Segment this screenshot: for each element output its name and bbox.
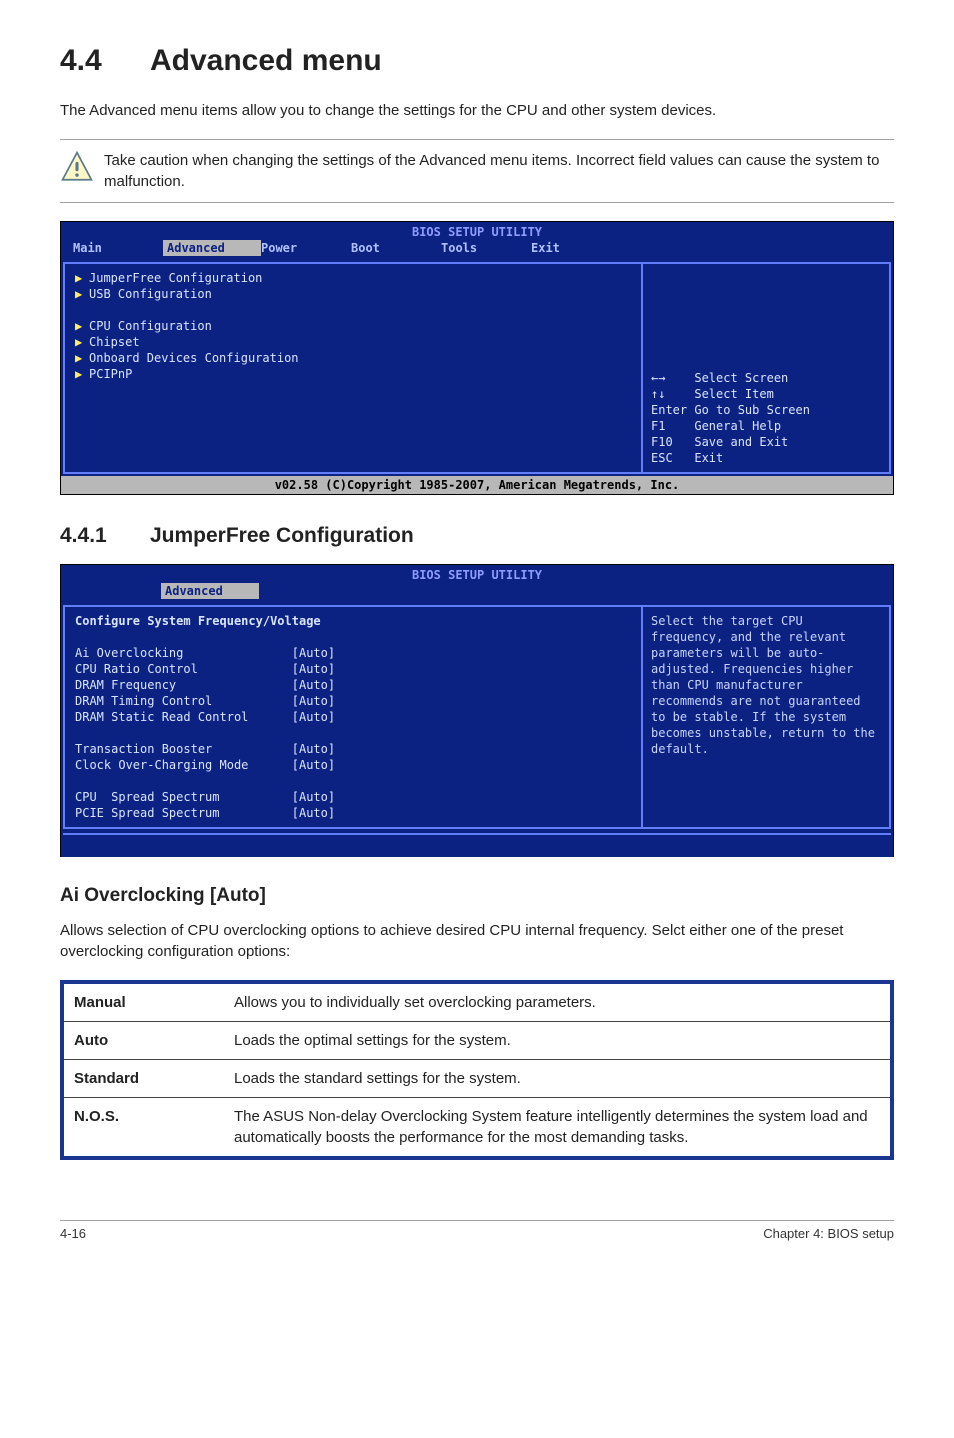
option-description: The ASUS Non-delay Overclocking System f…: [224, 1097, 892, 1158]
section-intro: The Advanced menu items allow you to cha…: [60, 100, 894, 121]
bios-blank-row: [75, 629, 631, 645]
bios-help-line: Enter Go to Sub Screen: [651, 402, 881, 418]
submenu-arrow-icon: ▶: [75, 286, 89, 302]
bios-copyright-footer: v02.58 (C)Copyright 1985-2007, American …: [61, 476, 893, 494]
bios-setting-row: Transaction Booster [Auto]: [75, 741, 631, 757]
page-footer: 4-16 Chapter 4: BIOS setup: [60, 1220, 894, 1243]
table-row: N.O.S.The ASUS Non-delay Overclocking Sy…: [62, 1097, 892, 1158]
bios-tab-advanced: Advanced: [163, 240, 261, 256]
bios-left-panel: Configure System Frequency/Voltage Ai Ov…: [63, 605, 641, 829]
submenu-arrow-icon: ▶: [75, 350, 89, 366]
option-heading: Ai Overclocking [Auto]: [60, 883, 894, 910]
option-name: Manual: [62, 982, 224, 1022]
submenu-arrow-icon: ▶: [75, 270, 89, 286]
bios-setting-row: DRAM Timing Control [Auto]: [75, 693, 631, 709]
option-description: Allows you to individually set overclock…: [224, 982, 892, 1022]
bios-help-line: F1 General Help: [651, 418, 881, 434]
bios-menubar: Advanced: [61, 583, 893, 603]
bios-title: BIOS SETUP UTILITY: [61, 222, 893, 240]
option-description: Loads the standard settings for the syst…: [224, 1059, 892, 1097]
bios-blank-row: [75, 302, 631, 318]
section-title: Advanced menu: [150, 44, 382, 77]
bios-tab-advanced: Advanced: [161, 583, 259, 599]
bios-right-panel: ←→ Select Screen ↑↓ Select Item Enter Go…: [641, 262, 891, 474]
section-heading: 4.4Advanced menu: [60, 40, 894, 82]
option-name: N.O.S.: [62, 1097, 224, 1158]
bios-setting-row: DRAM Static Read Control [Auto]: [75, 709, 631, 725]
bios-tab-exit: Exit: [531, 240, 621, 256]
section-number: 4.4: [60, 40, 150, 82]
bios-help-keys: ←→ Select Screen ↑↓ Select Item Enter Go…: [651, 370, 881, 466]
bios-tab-power: Power: [261, 240, 351, 256]
option-name: Standard: [62, 1059, 224, 1097]
bios-item: PCIPnP: [89, 367, 132, 381]
bios-title: BIOS SETUP UTILITY: [61, 565, 893, 583]
table-row: ManualAllows you to individually set ove…: [62, 982, 892, 1022]
bios-setting-row: DRAM Frequency [Auto]: [75, 677, 631, 693]
bios-setting-row: CPU Ratio Control [Auto]: [75, 661, 631, 677]
option-description: Allows selection of CPU overclocking opt…: [60, 920, 894, 962]
subsection-number: 4.4.1: [60, 521, 150, 550]
bios-screenshot-advanced-menu: BIOS SETUP UTILITY Main Advanced Power B…: [60, 221, 894, 495]
bios-setting-row: [75, 725, 631, 741]
bios-item: Chipset: [89, 335, 140, 349]
subsection-heading: 4.4.1JumperFree Configuration: [60, 521, 894, 550]
overclocking-options-table: ManualAllows you to individually set ove…: [60, 980, 894, 1160]
caution-note: Take caution when changing the settings …: [60, 139, 894, 203]
bios-help-line: F10 Save and Exit: [651, 434, 881, 450]
bios-help-line: ↑↓ Select Item: [651, 386, 881, 402]
bios-panel-title: Configure System Frequency/Voltage: [75, 613, 631, 629]
submenu-arrow-icon: ▶: [75, 318, 89, 334]
bios-setting-row: [75, 773, 631, 789]
submenu-arrow-icon: ▶: [75, 366, 89, 382]
page-number: 4-16: [60, 1225, 86, 1243]
bios-left-panel: ▶JumperFree Configuration ▶USB Configura…: [63, 262, 641, 474]
table-row: AutoLoads the optimal settings for the s…: [62, 1021, 892, 1059]
bios-help-line: ←→ Select Screen: [651, 370, 881, 386]
bios-setting-row: Ai Overclocking [Auto]: [75, 645, 631, 661]
option-name: Auto: [62, 1021, 224, 1059]
option-description: Loads the optimal settings for the syste…: [224, 1021, 892, 1059]
bios-item: USB Configuration: [89, 287, 212, 301]
bios-menubar: Main Advanced Power Boot Tools Exit: [61, 240, 893, 260]
bios-help-line: ESC Exit: [651, 450, 881, 466]
bios-setting-row: Clock Over-Charging Mode [Auto]: [75, 757, 631, 773]
bios-right-panel: Select the target CPU frequency, and the…: [641, 605, 891, 829]
caution-text: Take caution when changing the settings …: [104, 150, 894, 192]
bios-setting-row: CPU Spread Spectrum [Auto]: [75, 789, 631, 805]
table-row: StandardLoads the standard settings for …: [62, 1059, 892, 1097]
chapter-label: Chapter 4: BIOS setup: [763, 1225, 894, 1243]
submenu-arrow-icon: ▶: [75, 334, 89, 350]
subsection-title: JumperFree Configuration: [150, 524, 414, 547]
bios-hint-text: Select the target CPU frequency, and the…: [651, 613, 881, 757]
caution-icon: [60, 150, 94, 192]
bios-tab-tools: Tools: [441, 240, 531, 256]
bios-bottom-curve: [63, 833, 891, 857]
bios-screenshot-jumperfree: BIOS SETUP UTILITY Advanced Configure Sy…: [60, 564, 894, 857]
bios-item: JumperFree Configuration: [89, 271, 262, 285]
bios-item: CPU Configuration: [89, 319, 212, 333]
bios-tab-boot: Boot: [351, 240, 441, 256]
bios-setting-row: PCIE Spread Spectrum [Auto]: [75, 805, 631, 821]
bios-tab-main: Main: [73, 240, 163, 256]
bios-item: Onboard Devices Configuration: [89, 351, 299, 365]
